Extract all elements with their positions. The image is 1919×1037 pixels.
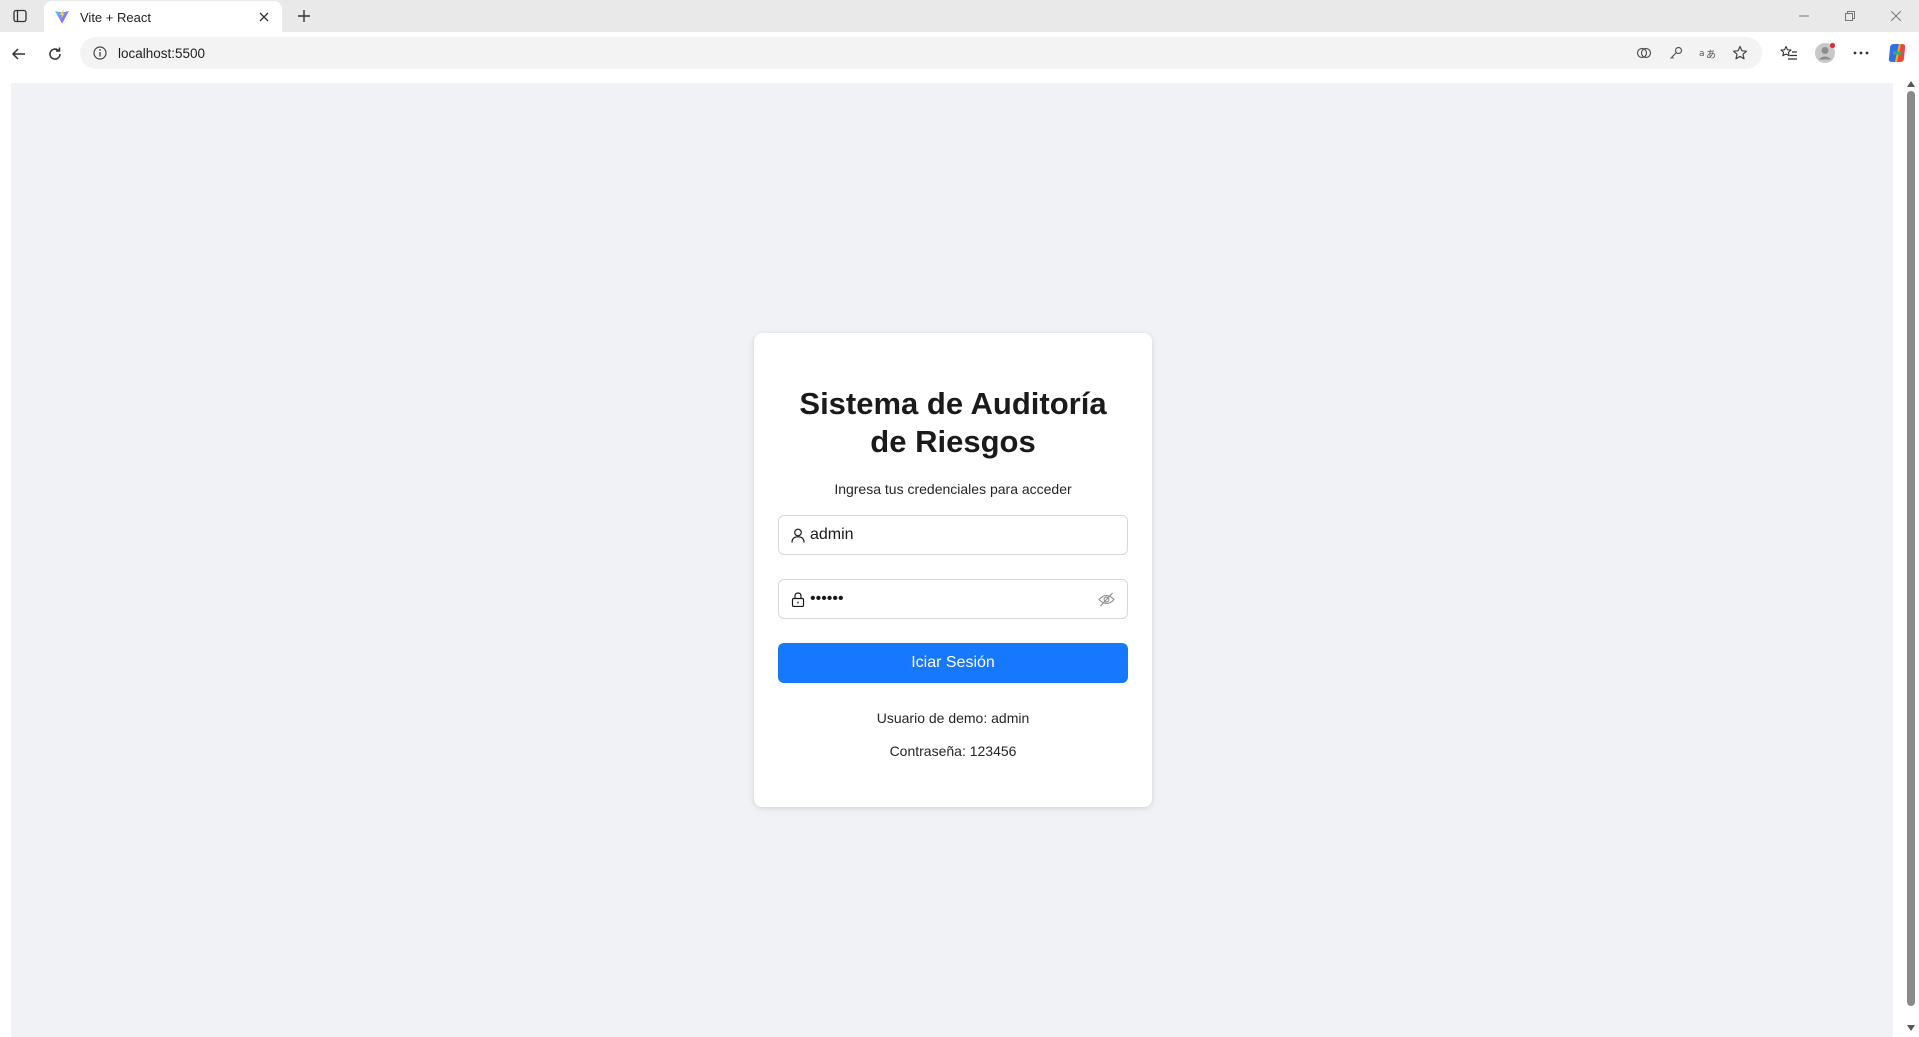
password-input[interactable] (810, 590, 1096, 608)
favorite-star-button[interactable] (1724, 39, 1756, 67)
favorites-list-icon (1780, 45, 1797, 60)
browser-toolbar: localhost:5500 a あ (0, 32, 1919, 75)
close-window-icon (1891, 11, 1901, 21)
user-icon (790, 527, 806, 543)
page-background: Sistema de Auditoría de Riesgos Ingresa … (11, 83, 1893, 1037)
svg-text:a: a (1699, 49, 1705, 59)
svg-text:あ: あ (1706, 49, 1716, 61)
address-bar[interactable]: localhost:5500 a あ (80, 37, 1762, 69)
login-card: Sistema de Auditoría de Riesgos Ingresa … (754, 333, 1152, 807)
login-title: Sistema de Auditoría de Riesgos (799, 386, 1107, 459)
reload-button[interactable] (38, 37, 72, 71)
more-dots-icon (1853, 51, 1869, 55)
reload-icon (49, 47, 61, 60)
star-icon (1732, 45, 1748, 60)
minimize-icon (1799, 15, 1809, 17)
url-text[interactable]: localhost:5500 (118, 46, 1628, 61)
restore-icon (1845, 11, 1855, 21)
username-input[interactable] (810, 526, 1116, 544)
eye-off-icon[interactable] (1096, 589, 1116, 609)
demo-password-text: Contraseña: 123456 (889, 743, 1017, 759)
browser-viewport: Sistema de Auditoría de Riesgos Ingresa … (0, 75, 1919, 1037)
lock-icon (790, 591, 806, 607)
translate-icon: a あ (1699, 49, 1716, 61)
copilot-button[interactable] (1879, 37, 1915, 69)
vite-logo-icon (55, 10, 69, 24)
key-icon (1670, 46, 1683, 59)
profile-button[interactable] (1807, 37, 1843, 69)
password-key-button[interactable] (1660, 39, 1692, 67)
tab-title: Vite + React (80, 9, 151, 25)
more-menu-button[interactable] (1843, 37, 1879, 69)
site-info-icon[interactable] (90, 43, 110, 63)
scroll-thumb[interactable] (1907, 91, 1915, 1006)
minimize-button[interactable] (1781, 0, 1827, 32)
restore-button[interactable] (1827, 0, 1873, 32)
address-bar-actions: a あ (1628, 39, 1756, 67)
login-button[interactable]: Iciar Sesión (778, 643, 1128, 683)
scroll-down-button[interactable] (1903, 1021, 1919, 1035)
tracking-icon (1636, 47, 1652, 59)
vertical-scrollbar[interactable] (1903, 75, 1919, 1037)
triangle-up-icon (1907, 81, 1915, 87)
demo-user-text: Usuario de demo: admin (876, 710, 1030, 726)
copilot-icon (1888, 44, 1906, 62)
plus-icon (298, 10, 310, 22)
password-field[interactable] (778, 579, 1128, 619)
tab-actions-button[interactable] (0, 0, 40, 32)
tab-actions-icon (13, 9, 27, 23)
arrow-left-icon (11, 47, 25, 60)
back-button[interactable] (2, 37, 36, 71)
new-tab-button[interactable] (288, 0, 320, 32)
triangle-down-icon (1907, 1025, 1915, 1031)
translate-button[interactable]: a あ (1692, 39, 1724, 67)
tab-close-button[interactable] (256, 9, 272, 25)
avatar-icon (1815, 42, 1836, 63)
close-window-button[interactable] (1873, 0, 1919, 32)
window-controls (1781, 0, 1919, 32)
scroll-up-button[interactable] (1903, 77, 1919, 91)
tracking-prevention-button[interactable] (1628, 39, 1660, 67)
close-icon (259, 12, 269, 22)
login-subtitle: Ingresa tus credenciales para acceder (834, 481, 1072, 497)
username-field[interactable] (778, 515, 1128, 555)
browser-tab[interactable]: Vite + React (44, 1, 282, 33)
tab-strip: Vite + React (0, 0, 1919, 33)
favorites-button[interactable] (1771, 37, 1807, 69)
browser-right-tools (1771, 37, 1919, 69)
